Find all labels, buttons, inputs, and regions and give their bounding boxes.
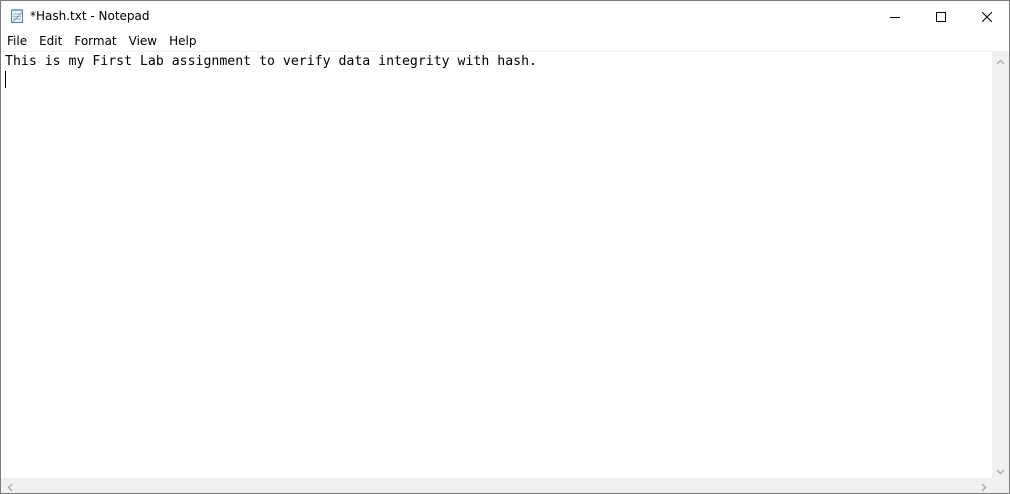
text-editor-area[interactable]: This is my First Lab assignment to verif… bbox=[1, 51, 992, 478]
minimize-icon bbox=[890, 7, 900, 26]
notepad-window: *Hash.txt - Notepad File Edit Format Vie… bbox=[0, 0, 1010, 494]
scrollbar-corner bbox=[992, 478, 1009, 493]
chevron-up-icon bbox=[996, 50, 1005, 69]
scroll-down-button[interactable] bbox=[992, 461, 1009, 478]
menu-file[interactable]: File bbox=[1, 31, 33, 51]
horizontal-scrollbar[interactable] bbox=[1, 477, 992, 493]
scroll-up-button[interactable] bbox=[992, 51, 1009, 68]
maximize-button[interactable] bbox=[918, 1, 964, 31]
editor-line-1[interactable]: This is my First Lab assignment to verif… bbox=[5, 53, 537, 70]
menu-bar: File Edit Format View Help bbox=[1, 31, 1009, 51]
close-icon bbox=[981, 7, 993, 26]
menu-format[interactable]: Format bbox=[68, 31, 122, 51]
text-caret bbox=[5, 71, 6, 88]
notepad-icon[interactable] bbox=[9, 8, 25, 24]
maximize-icon bbox=[936, 7, 946, 26]
vertical-scrollbar[interactable] bbox=[992, 51, 1009, 478]
scroll-right-button[interactable] bbox=[975, 477, 992, 493]
menu-help[interactable]: Help bbox=[163, 31, 202, 51]
chevron-left-icon bbox=[7, 477, 13, 493]
chevron-right-icon bbox=[981, 477, 987, 493]
close-button[interactable] bbox=[964, 1, 1009, 31]
scroll-left-button[interactable] bbox=[1, 477, 18, 493]
menu-edit[interactable]: Edit bbox=[33, 31, 68, 51]
chevron-down-icon bbox=[996, 460, 1005, 479]
menu-view[interactable]: View bbox=[123, 31, 163, 51]
minimize-button[interactable] bbox=[872, 1, 918, 31]
title-bar[interactable]: *Hash.txt - Notepad bbox=[1, 1, 1009, 31]
window-title: *Hash.txt - Notepad bbox=[30, 9, 150, 23]
